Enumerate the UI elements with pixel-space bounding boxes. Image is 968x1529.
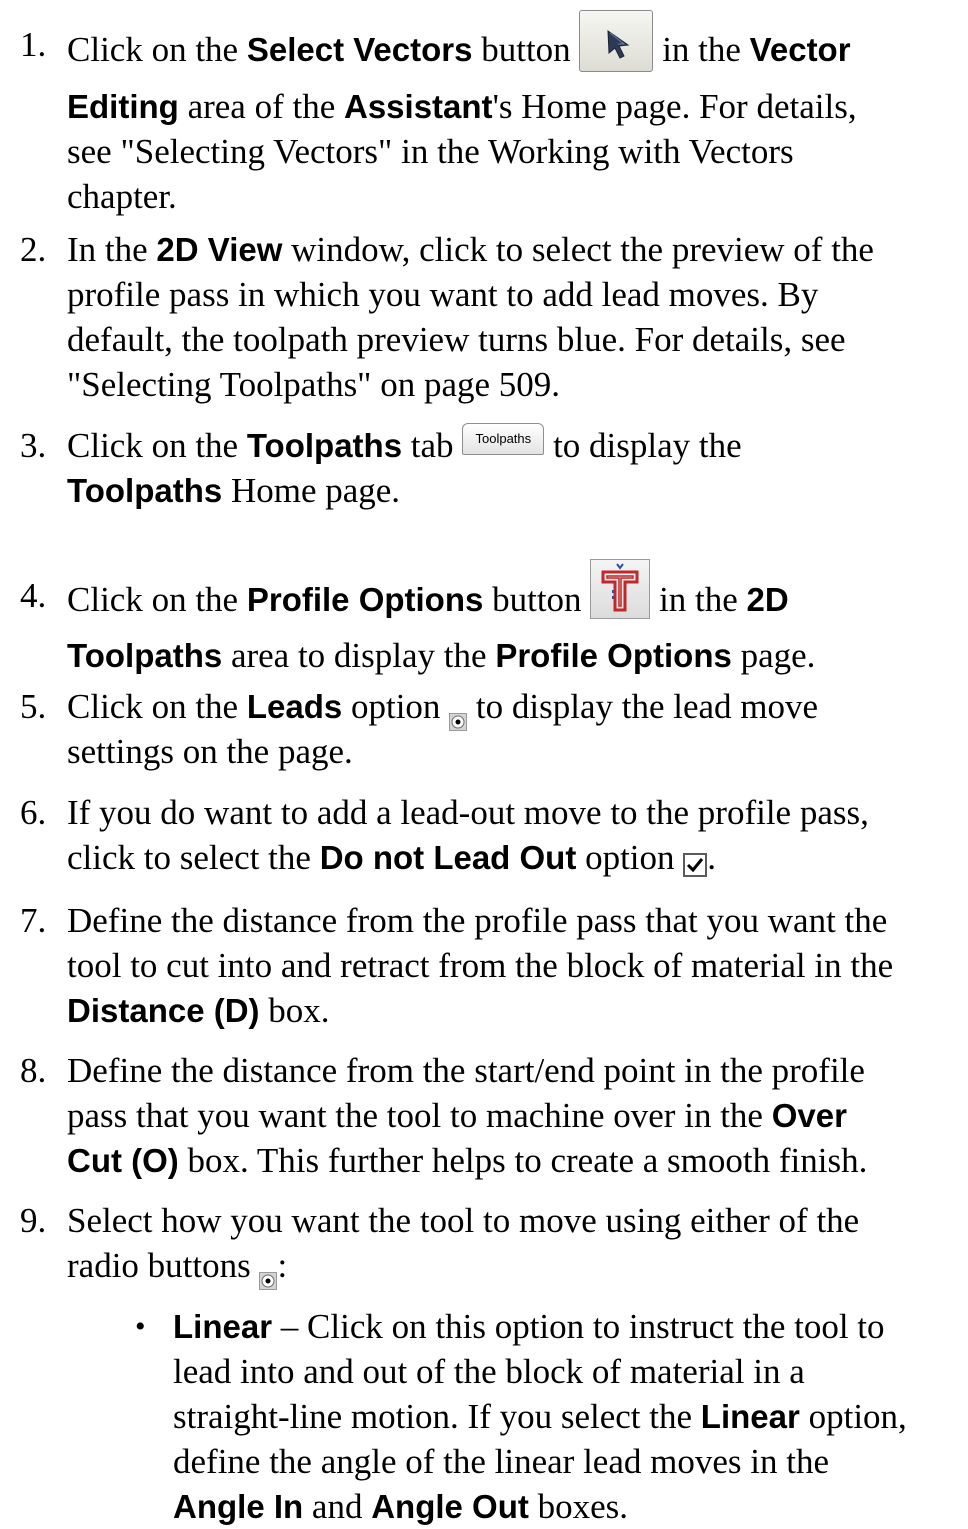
step-text: If you do want to add a lead-out move to…	[67, 790, 957, 880]
text: button	[472, 30, 580, 70]
text: 's Home page. For details,	[492, 87, 857, 126]
step-number: 2.	[20, 230, 47, 269]
text: option	[576, 838, 684, 877]
text: tab	[402, 426, 463, 465]
bold-term: Vector	[749, 31, 851, 69]
bold-term: Linear	[173, 1308, 273, 1345]
text: :	[277, 1246, 288, 1285]
step-text: Define the distance from the profile pas…	[67, 898, 957, 1033]
text: Click on the	[67, 30, 247, 70]
text: in the	[653, 30, 750, 70]
text: .	[707, 838, 717, 877]
text: radio buttons	[67, 1246, 260, 1285]
text-line: Define the distance from the profile pas…	[67, 901, 888, 940]
text: straight-line motion. If you select the	[173, 1397, 701, 1436]
text: Home page.	[222, 471, 401, 510]
radio-selected-icon	[259, 1256, 278, 1290]
step-number: 5.	[20, 687, 47, 726]
text: Click on the	[67, 580, 247, 620]
bold-term: Distance (D)	[67, 992, 260, 1029]
step-text: Click on the Profile Options button in t…	[67, 559, 957, 678]
text: option	[342, 687, 450, 726]
text-line: Define the distance from the start/end p…	[67, 1051, 865, 1090]
step-number: 8.	[20, 1051, 47, 1090]
text: – Click on this option to instruct the t…	[272, 1307, 885, 1346]
bold-term: Assistant	[344, 88, 493, 125]
bold-term: Leads	[246, 688, 343, 725]
checkbox-checked-icon	[683, 843, 708, 877]
step-number: 3.	[20, 426, 47, 465]
bold-term: Select Vectors	[246, 31, 473, 69]
step-text: In the 2D View window, click to select t…	[67, 227, 957, 407]
select-arrow-icon	[579, 10, 654, 72]
text-line: chapter.	[67, 177, 177, 216]
step-number: 4.	[20, 576, 47, 615]
text-line: Select how you want the tool to move usi…	[67, 1201, 860, 1240]
text-line: If you do want to add a lead-out move to…	[67, 793, 869, 832]
bold-term: Angle Out	[371, 1488, 529, 1525]
profile-options-icon	[590, 559, 651, 619]
text: page.	[731, 636, 816, 675]
text: option,	[799, 1397, 907, 1436]
step-text: Click on the Leads option to display the…	[67, 684, 957, 774]
document-page: 1. Click on the Select Vectors button in…	[0, 0, 968, 1526]
text-line: "Selecting Toolpaths" on page 509.	[67, 365, 561, 404]
text: box. This further helps to create a smoo…	[178, 1141, 868, 1180]
text: pass that you want the tool to machine o…	[67, 1096, 772, 1135]
text: area to display the	[222, 636, 496, 675]
bold-term: Editing	[67, 88, 179, 125]
text-line: profile pass in which you want to add le…	[67, 275, 819, 314]
text: in the	[650, 580, 747, 620]
bold-term: Linear	[700, 1398, 800, 1435]
text: to display the lead move	[467, 687, 819, 726]
text: to display the	[544, 426, 742, 465]
bold-term: Toolpaths	[67, 472, 223, 509]
text: button	[483, 580, 591, 620]
bold-term: 2D	[746, 581, 789, 619]
bold-term: Angle In	[173, 1488, 304, 1525]
step-number: 9.	[20, 1201, 47, 1240]
text: boxes.	[528, 1487, 629, 1526]
text: Click on the	[67, 687, 247, 726]
bullet-text: Linear – Click on this option to instruc…	[173, 1304, 963, 1529]
toolpaths-tab-icon: Toolpaths	[462, 422, 545, 455]
text-line: settings on the page.	[67, 732, 353, 771]
text-line: define the angle of the linear lead move…	[173, 1442, 829, 1481]
text-line: tool to cut into and retract from the bl…	[67, 946, 894, 985]
bullet-icon: •	[135, 1310, 146, 1343]
step-text: Click on the Toolpaths tab Toolpaths to …	[67, 422, 957, 513]
text-line: see "Selecting Vectors" in the Working w…	[67, 132, 794, 171]
bold-term: Toolpaths	[67, 637, 223, 674]
text-line: lead into and out of the block of materi…	[173, 1352, 805, 1391]
text: Click on the	[67, 426, 247, 465]
step-number: 7.	[20, 901, 47, 940]
step-text: Click on the Select Vectors button in th…	[67, 10, 957, 219]
step-number: 6.	[20, 793, 47, 832]
bold-term: Toolpaths	[246, 427, 403, 464]
bold-term: Cut (O)	[67, 1142, 179, 1179]
step-text: Define the distance from the start/end p…	[67, 1048, 957, 1183]
text: In the	[67, 230, 157, 269]
bold-term: Profile Options	[246, 581, 484, 619]
text-line: default, the toolpath preview turns blue…	[67, 320, 846, 359]
bold-term: Do not Lead Out	[319, 839, 577, 876]
text: window, click to select the preview of t…	[282, 230, 874, 269]
radio-selected-icon	[449, 697, 468, 731]
text: box.	[259, 991, 330, 1030]
step-number: 1.	[20, 25, 47, 64]
text: area of the	[178, 87, 344, 126]
bold-term: Profile Options	[495, 637, 732, 674]
text: click to select the	[67, 838, 320, 877]
step-text: Select how you want the tool to move usi…	[67, 1198, 957, 1290]
text: and	[303, 1487, 372, 1526]
bold-term: 2D View	[156, 231, 283, 268]
bold-term: Over	[771, 1097, 847, 1134]
